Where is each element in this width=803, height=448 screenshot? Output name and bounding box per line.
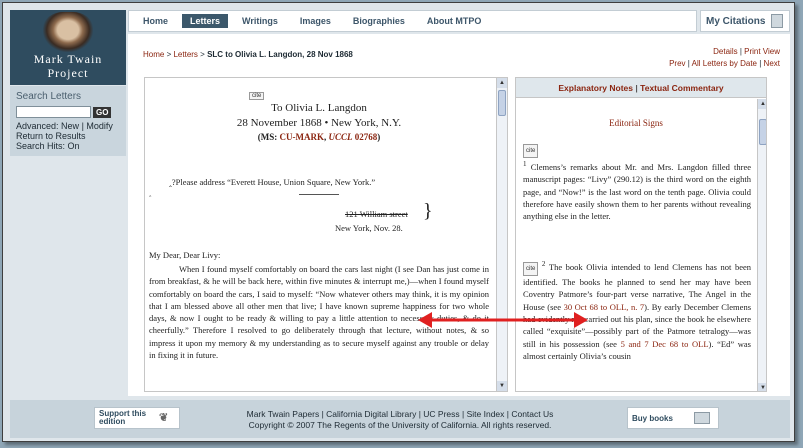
advanced-new-link[interactable]: New [61, 121, 79, 131]
breadcrumb: Home > Letters > SLC to Olivia L. Langdo… [143, 50, 353, 59]
letter-title: To Olivia L. Langdon 28 November 1868 • … [145, 101, 493, 131]
notes-content[interactable]: Editorial Signs cite 1 Clemens’s remarks… [516, 99, 766, 391]
letter-scroll-thumb[interactable] [498, 90, 506, 116]
notes-scrollbar[interactable]: ▲ ▼ [757, 99, 766, 391]
buy-books-label: Buy books [632, 414, 673, 423]
note-1: cite 1 Clemens’s remarks about Mr. and M… [523, 143, 751, 223]
letter-date-place: 28 November 1868 • New York, N.Y. [236, 117, 402, 129]
letter-scrollbar[interactable]: ▲ ▼ [496, 78, 507, 391]
search-input[interactable] [16, 106, 91, 118]
search-letters-panel: Search Letters GO Advanced: New | Modify… [10, 86, 126, 156]
logo-text: Mark Twain Project [10, 52, 126, 80]
editorial-signs-link[interactable]: Editorial Signs [516, 118, 756, 128]
breadcrumb-letters[interactable]: Letters [173, 50, 197, 59]
brace: } [423, 200, 433, 222]
breadcrumb-current: SLC to Olivia L. Langdon, 28 Nov 1868 [207, 50, 353, 59]
view-links: Details | Print View Prev | All Letters … [669, 47, 780, 68]
note-2-link-2[interactable]: 5 and 7 Dec 68 to OLL [621, 339, 709, 349]
ms-uccl-number[interactable]: 02768 [355, 132, 378, 142]
tab-textual-commentary[interactable]: Textual Commentary [640, 83, 723, 93]
go-button[interactable]: GO [93, 106, 112, 118]
mark-twain-portrait [43, 12, 93, 52]
letter-text-panel[interactable]: cite To Olivia L. Langdon 28 November 18… [144, 77, 508, 392]
note-1-text: Clemens’s remarks about Mr. and Mrs. Lan… [523, 162, 751, 222]
separator-rule [299, 194, 339, 195]
logo-line1: Mark Twain [33, 52, 103, 66]
all-letters-by-date-link[interactable]: All Letters by Date [692, 59, 757, 68]
scroll-up-arrow-icon[interactable]: ▲ [497, 78, 507, 88]
buy-books-button[interactable]: Buy books [627, 407, 719, 429]
breadcrumb-home[interactable]: Home [143, 50, 164, 59]
tab-explanatory-notes[interactable]: Explanatory Notes [558, 83, 633, 93]
advanced-search-line: Advanced: New | Modify [16, 121, 113, 131]
ms-prefix: (MS: [257, 132, 280, 142]
notes-tabs: Explanatory Notes | Textual Commentary [516, 78, 766, 98]
search-hits-toggle[interactable]: Search Hits: On [16, 141, 80, 151]
salutation: My Dear, Dear Livy: [149, 250, 221, 260]
books-icon [694, 412, 710, 424]
nav-biographies[interactable]: Biographies [345, 14, 413, 28]
address-note: ‸?Please address “Everett House, Union S… [169, 177, 376, 187]
note-2-cite-button[interactable]: cite [523, 261, 539, 277]
note-2-number: 2 [541, 260, 546, 268]
letter-cite-button[interactable]: cite [249, 92, 265, 100]
next-link[interactable]: Next [764, 59, 780, 68]
nav-about[interactable]: About MTPO [419, 14, 490, 28]
nav-home[interactable]: Home [135, 14, 176, 28]
advanced-label: Advanced: [16, 121, 59, 131]
search-row: GO [16, 106, 120, 118]
site-logo[interactable]: Mark Twain Project [10, 10, 126, 85]
main-content: Home > Letters > SLC to Olivia L. Langdo… [128, 34, 790, 396]
insertion-caret: ‸ [149, 189, 152, 197]
ms-uccl: UCCL [328, 132, 353, 142]
double-arrow-icon [418, 312, 588, 328]
footer: Support this edition ❦ Mark Twain Papers… [10, 400, 790, 438]
letter-recipient: To Olivia L. Langdon [271, 102, 367, 114]
citations-box-icon [771, 14, 783, 28]
browser-frame: Mark Twain Project Search Letters GO Adv… [2, 2, 795, 442]
my-citations-label: My Citations [706, 16, 766, 27]
ms-mark-link[interactable]: CU-MARK [279, 132, 324, 142]
search-title: Search Letters [16, 91, 82, 102]
scroll-down-arrow-icon[interactable]: ▼ [758, 383, 766, 391]
advanced-modify-link[interactable]: Modify [86, 121, 113, 131]
ms-suffix: ) [377, 132, 381, 142]
top-navigation: Home Letters Writings Images Biographies… [128, 10, 697, 32]
city-date: New York, Nov. 28. [335, 223, 403, 233]
nav-writings[interactable]: Writings [234, 14, 286, 28]
nav-images[interactable]: Images [292, 14, 339, 28]
scroll-up-arrow-icon[interactable]: ▲ [758, 99, 766, 109]
logo-line2: Project [47, 66, 89, 80]
note-1-cite-button[interactable]: cite [523, 144, 539, 159]
details-link[interactable]: Details [713, 47, 737, 56]
nav-letters[interactable]: Letters [182, 14, 229, 28]
struck-street: 121 William street [345, 209, 408, 219]
scroll-down-arrow-icon[interactable]: ▼ [497, 381, 507, 391]
return-to-results-link[interactable]: Return to Results [16, 131, 86, 141]
my-citations-button[interactable]: My Citations [700, 10, 790, 32]
notes-scroll-thumb[interactable] [759, 119, 766, 145]
print-view-link[interactable]: Print View [744, 47, 780, 56]
manuscript-source: (MS: CU-MARK, UCCL 02768) [257, 132, 381, 142]
prev-link[interactable]: Prev [669, 59, 685, 68]
note-1-number: 1 [523, 160, 527, 169]
notes-panel: Explanatory Notes | Textual Commentary E… [515, 77, 767, 392]
